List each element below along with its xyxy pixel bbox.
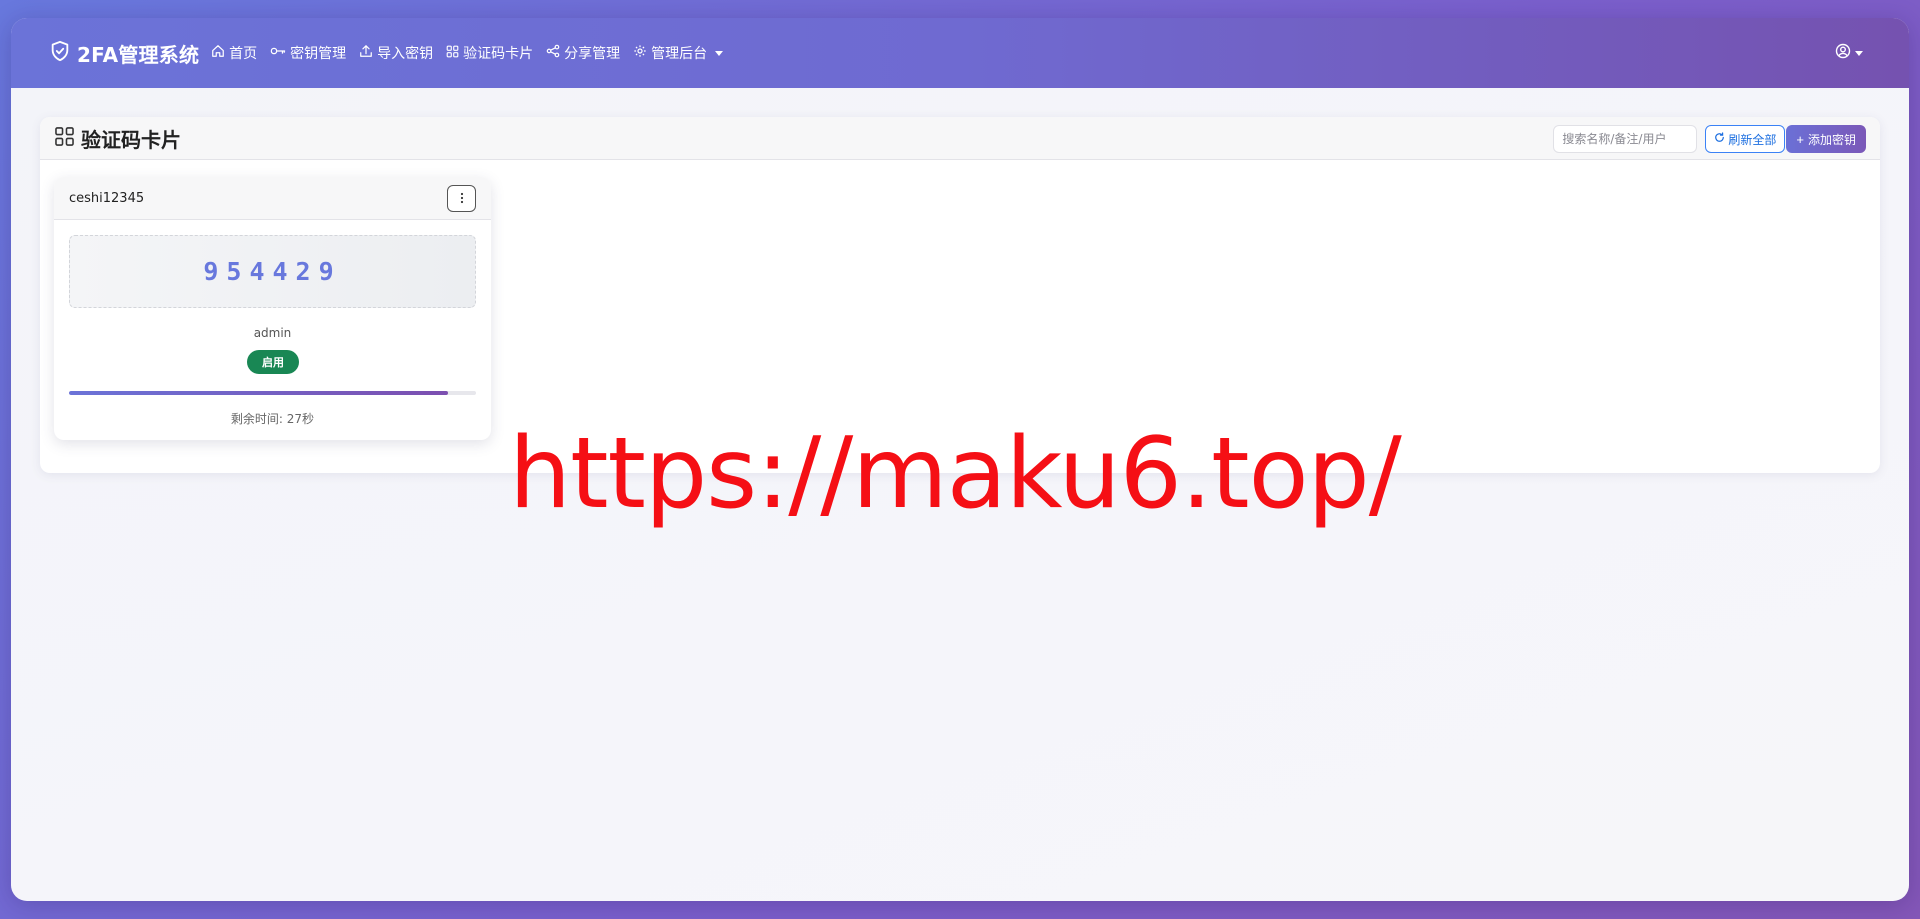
nav-item-label: 首页	[229, 46, 258, 62]
toolbar: 刷新全部 + 添加密钥	[1553, 125, 1866, 153]
upload-icon	[359, 44, 373, 62]
nav-item-keys[interactable]: 密钥管理	[270, 43, 346, 63]
grid-icon	[446, 45, 459, 62]
grid-icon	[54, 126, 75, 151]
user-menu[interactable]	[1835, 43, 1863, 63]
top-navbar: 2FA管理系统 首页 密钥管理 导入密钥 验证码卡片 分享管理 管理后台	[11, 18, 1909, 88]
nav-item-label: 验证码卡片	[463, 46, 534, 62]
home-icon	[211, 44, 225, 62]
countdown-progress	[69, 391, 476, 395]
page-title: 验证码卡片	[81, 127, 181, 152]
status-badge: 启用	[247, 350, 299, 374]
plus-icon: +	[1796, 131, 1804, 147]
chevron-down-icon	[715, 50, 724, 56]
nav-item-label: 导入密钥	[377, 46, 434, 62]
nav-item-label: 分享管理	[564, 46, 621, 62]
gear-icon	[633, 44, 647, 62]
search-input[interactable]	[1553, 125, 1698, 153]
remaining-time: 剩余时间: 27秒	[230, 412, 315, 426]
panel-header: 验证码卡片 刷新全部 + 添加密钥	[40, 117, 1880, 160]
card-header: ceshi12345	[54, 177, 491, 220]
totp-card: ceshi12345 954429 admin 启用 剩余时间: 27秒	[54, 177, 491, 440]
share-icon	[546, 44, 560, 62]
chevron-down-icon	[1855, 50, 1863, 56]
nav-item-cards[interactable]: 验证码卡片	[446, 43, 533, 63]
refresh-all-label: 刷新全部	[1728, 132, 1777, 147]
watermark-url: https://maku6.top/	[509, 417, 1402, 531]
nav-item-share[interactable]: 分享管理	[546, 43, 620, 63]
nav-item-import[interactable]: 导入密钥	[359, 43, 433, 63]
user-circle-icon	[1835, 43, 1851, 63]
nav-item-label: 管理后台	[651, 46, 708, 62]
shield-icon	[49, 40, 71, 66]
brand-name: 2FA管理系统	[77, 42, 200, 67]
nav-item-admin[interactable]: 管理后台	[633, 43, 724, 63]
card-name: ceshi12345	[69, 190, 145, 206]
refresh-all-button[interactable]: 刷新全部	[1705, 125, 1786, 153]
nav-menu: 首页 密钥管理 导入密钥 验证码卡片 分享管理 管理后台	[211, 43, 736, 63]
more-vertical-icon	[460, 189, 464, 208]
brand[interactable]: 2FA管理系统	[49, 39, 199, 68]
nav-item-label: 密钥管理	[290, 46, 347, 62]
refresh-icon	[1714, 132, 1725, 146]
otp-code: 954429	[203, 257, 342, 286]
add-key-button[interactable]: + 添加密钥	[1786, 125, 1866, 153]
otp-code-box[interactable]: 954429	[69, 235, 476, 308]
card-menu-button[interactable]	[447, 185, 476, 212]
add-key-label: 添加密钥	[1807, 132, 1856, 147]
card-account: admin	[253, 326, 292, 340]
nav-item-home[interactable]: 首页	[211, 43, 257, 63]
key-icon	[270, 44, 286, 62]
countdown-progress-fill	[69, 391, 448, 395]
